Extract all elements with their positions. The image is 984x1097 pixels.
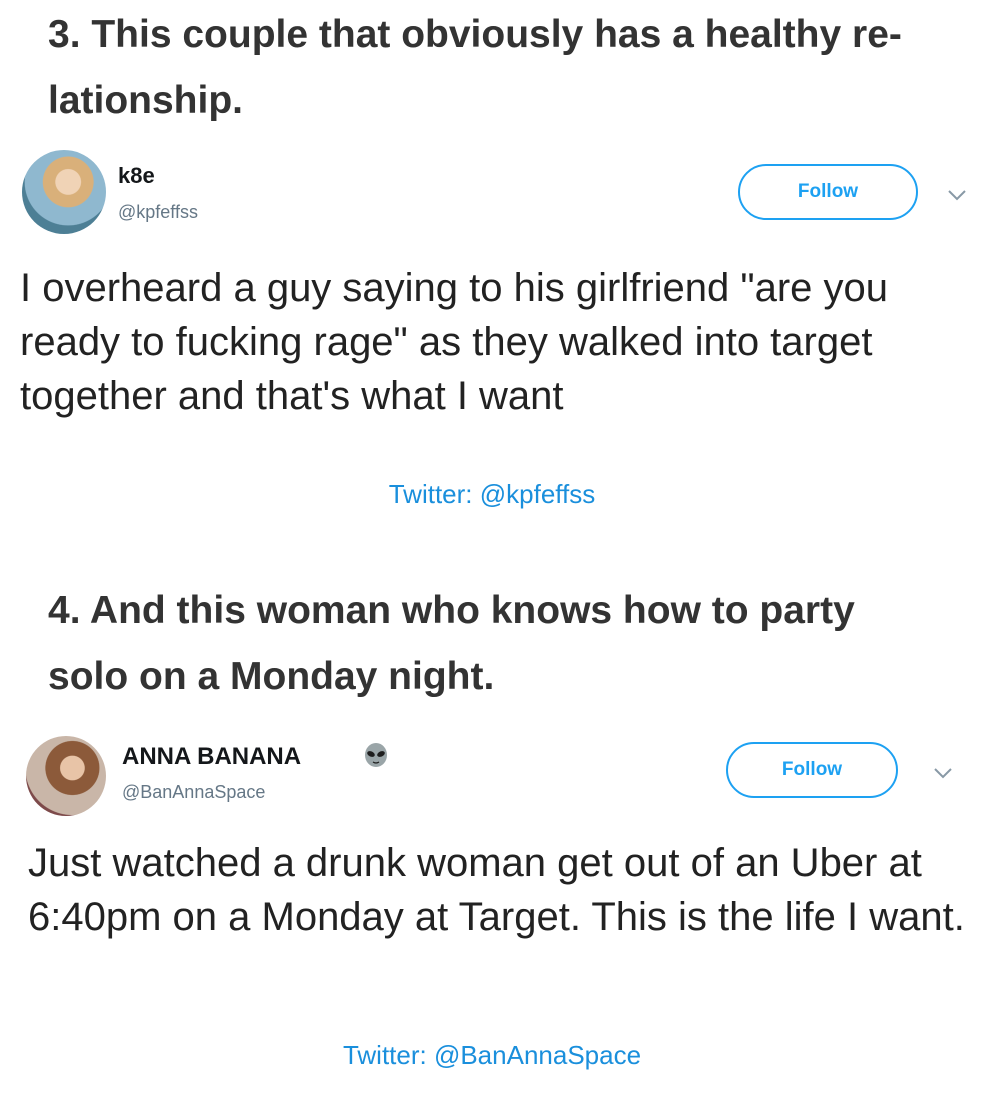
chevron-down-icon[interactable]	[946, 188, 968, 202]
display-name[interactable]: k8e	[118, 163, 155, 189]
alien-icon	[365, 743, 387, 767]
tweet-header: k8e @kpfeffss Follow	[0, 150, 984, 240]
tweet-header: ANNA BANANA @BanAnnaSpace Follow	[0, 730, 984, 820]
user-handle[interactable]: @BanAnnaSpace	[122, 782, 265, 803]
chevron-down-icon[interactable]	[932, 766, 954, 780]
item-3-heading: 3. This couple that obviously has a heal…	[48, 13, 902, 122]
tweet-text: Just watched a drunk woman get out of an…	[28, 841, 965, 939]
user-handle[interactable]: @kpfeffss	[118, 202, 198, 223]
avatar[interactable]	[26, 736, 106, 816]
source-link[interactable]: Twitter: @kpfeffss	[0, 479, 984, 510]
tweet-text: I overheard a guy saying to his girlfrie…	[20, 266, 889, 418]
follow-button[interactable]: Follow	[726, 742, 898, 798]
item-4-heading: 4. And this woman who knows how to party…	[48, 589, 855, 698]
avatar[interactable]	[22, 150, 106, 234]
follow-button[interactable]: Follow	[738, 164, 918, 220]
display-name[interactable]: ANNA BANANA	[122, 743, 301, 771]
source-link[interactable]: Twitter: @BanAnnaSpace	[0, 1040, 984, 1071]
